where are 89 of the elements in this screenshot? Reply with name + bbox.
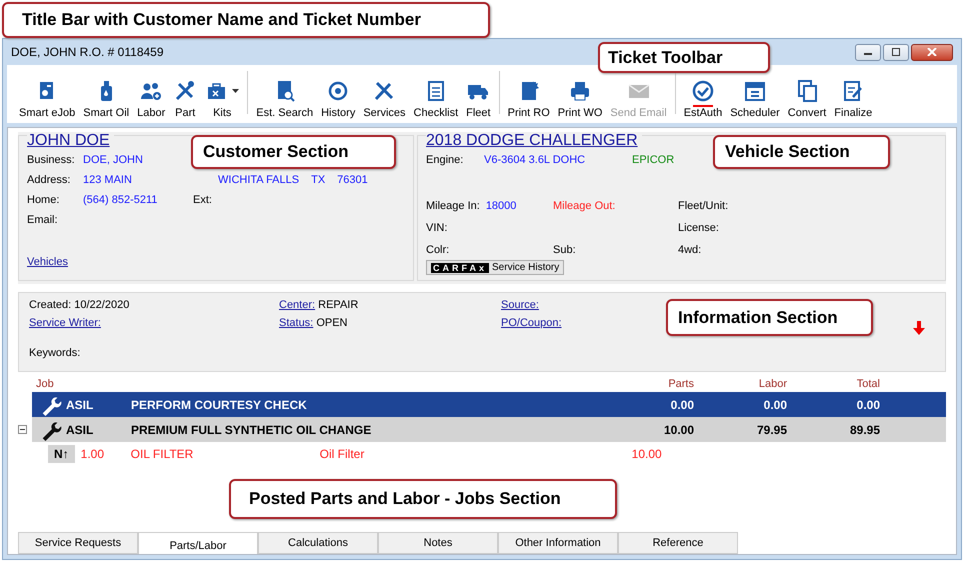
city-value: WICHITA FALLS: [218, 174, 300, 186]
part-quantity: 1.00: [80, 447, 106, 461]
toolbar-button[interactable]: Print WO: [554, 77, 606, 120]
part-description: Oil Filter: [320, 447, 366, 461]
annotation-callout: Information Section: [666, 299, 873, 336]
field-label: Colr:: [426, 244, 450, 256]
field-label: Home:: [27, 194, 60, 206]
toolbar-button[interactable]: Print RO: [504, 77, 554, 120]
address-value: 123 MAIN: [83, 174, 133, 186]
field-label: Email:: [27, 214, 59, 226]
status-value: OPEN: [316, 317, 348, 329]
close-icon: [927, 48, 937, 56]
field-label: Business:: [27, 154, 76, 166]
center-value: REPAIR: [318, 299, 358, 311]
field-label: Address:: [27, 174, 72, 186]
mileage-value: 18000: [486, 200, 516, 212]
service-writer-link[interactable]: Service Writer:: [29, 317, 101, 329]
field-label: Engine:: [426, 154, 464, 166]
window-title: DOE, JOHN R.O. # 0118459: [11, 45, 164, 59]
toolbar-button[interactable]: Part: [169, 77, 202, 120]
toolbar-button[interactable]: History: [317, 77, 360, 120]
part-number: OIL FILTER: [130, 447, 194, 461]
column-header: Job: [36, 378, 55, 390]
toolbar-button[interactable]: Convert: [784, 77, 830, 120]
annotation-callout: Customer Section: [191, 135, 396, 169]
vehicle-title-link[interactable]: 2018 DODGE CHALLENGER: [426, 132, 642, 150]
status-link[interactable]: Status:: [279, 317, 314, 329]
field-label: Created:: [29, 299, 72, 311]
toolbar-button[interactable]: Kits: [201, 77, 244, 120]
vehicles-link[interactable]: Vehicles: [27, 256, 68, 268]
engine-source: EPICOR: [632, 154, 676, 166]
toolbar-button[interactable]: Est. Search: [252, 77, 318, 120]
tab[interactable]: Service Requests: [18, 532, 138, 554]
field-label: Fleet/Unit:: [678, 200, 730, 212]
dropdown-caret-icon: [232, 89, 240, 93]
tree-toggle-icon[interactable]: [18, 425, 27, 434]
part-price: 10.00: [630, 447, 662, 461]
toolbar-button[interactable]: Checklist: [410, 77, 462, 120]
created-date: 10/22/2020: [74, 299, 130, 311]
state-value: TX: [311, 174, 326, 186]
column-header: Total: [856, 378, 880, 390]
toolbar-button[interactable]: Scheduler: [726, 77, 784, 120]
source-link[interactable]: Source:: [501, 299, 539, 311]
zip-value: 76301: [337, 174, 368, 186]
toolbar-button[interactable]: Fleet: [462, 77, 495, 120]
field-label: Mileage Out:: [553, 200, 616, 212]
job-row[interactable]: ASIL PREMIUM FULL SYNTHETIC OIL CHANGE 10.00 79.95 89.95: [32, 417, 946, 442]
engine-value: V6-3604 3.6L DOHC: [484, 154, 586, 166]
toolbar-button[interactable]: EstAuth: [680, 77, 726, 120]
service-history-button[interactable]: CARFAx Service History: [426, 260, 564, 275]
check-circle-icon: [690, 79, 715, 103]
calendar-icon: [742, 79, 767, 103]
toolbar-button[interactable]: Smart eJob: [15, 77, 80, 120]
toolbar-button[interactable]: Services: [359, 77, 410, 120]
tab[interactable]: Notes: [378, 532, 498, 554]
toolbar-button[interactable]: Finalize: [830, 77, 876, 120]
minimize-button[interactable]: [855, 44, 881, 60]
column-header: Labor: [758, 378, 787, 390]
field-label: VIN:: [426, 222, 448, 234]
annotation-callout: Title Bar with Customer Name and Ticket Number: [2, 2, 490, 38]
column-header: Parts: [667, 378, 694, 390]
highlight-underline: [692, 105, 713, 107]
annotation-callout: Ticket Toolbar: [598, 42, 770, 73]
part-status-badge: N↑: [48, 445, 75, 463]
tab[interactable]: Parts/Labor: [138, 532, 258, 554]
field-label: Sub:: [553, 244, 577, 256]
center-link[interactable]: Center:: [279, 299, 316, 311]
business-value: DOE, JOHN: [83, 154, 144, 166]
tab[interactable]: Calculations: [258, 532, 378, 554]
po-coupon-link[interactable]: PO/Coupon:: [501, 317, 562, 329]
field-label: 4wd:: [678, 244, 702, 256]
field-label: License:: [678, 222, 720, 234]
maximize-button[interactable]: [883, 44, 909, 60]
annotation-callout: Posted Parts and Labor - Jobs Section: [229, 479, 617, 519]
toolbar-button[interactable]: Labor: [133, 77, 170, 120]
annotation-callout: Vehicle Section: [713, 135, 890, 169]
phone-value: (564) 852-5211: [83, 194, 158, 206]
down-arrow-icon: [913, 321, 925, 335]
customer-name-link[interactable]: JOHN DOE: [27, 132, 114, 150]
close-button[interactable]: [911, 44, 953, 60]
field-label: Ext:: [193, 194, 213, 206]
maximize-icon: [891, 48, 901, 56]
job-row[interactable]: ASIL PERFORM COURTESY CHECK 0.00 0.00 0.00: [32, 392, 946, 417]
tab[interactable]: Reference: [618, 532, 738, 554]
document-copy-icon: [795, 79, 820, 103]
field-label: Keywords:: [29, 347, 82, 359]
field-label: Mileage In:: [426, 200, 480, 212]
tab[interactable]: Other Information: [498, 532, 618, 554]
toolbar-button[interactable]: Smart Oil: [79, 77, 134, 120]
